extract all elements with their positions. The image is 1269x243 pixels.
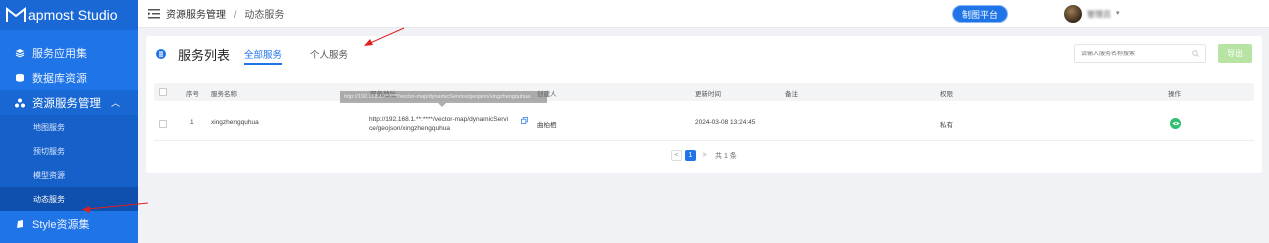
sidebar-subitem-tile-service[interactable]: 预切服务: [0, 139, 138, 163]
tab-all-services[interactable]: 全部服务: [244, 45, 283, 65]
row-index: 1: [190, 119, 194, 126]
breadcrumb-item[interactable]: 资源服务管理: [166, 10, 226, 21]
sidebar-subitem-map-service[interactable]: 地图服务: [0, 115, 138, 139]
layers-icon: [14, 47, 26, 59]
search-icon[interactable]: [1192, 50, 1199, 57]
column-header-index: 序号: [186, 91, 199, 98]
copy-icon[interactable]: [521, 117, 528, 124]
address-tooltip: http://192.168.1.**:****/vector-map/dyna…: [340, 91, 547, 103]
table-header: 序号 服务名称 服务地址 创建人 更新时间 备注 权限 操作: [154, 83, 1254, 101]
row-service-address-cont[interactable]: ce/geojson/xingzhengquhua: [369, 125, 450, 132]
column-header-actions: 操作: [1168, 91, 1181, 98]
sidebar-item-label: 服务应用集: [32, 47, 87, 60]
app-name: apmost Studio: [28, 7, 118, 23]
breadcrumb-current: 动态服务: [244, 10, 285, 21]
column-header-updated: 更新时间: [695, 91, 721, 98]
search-input[interactable]: [1081, 50, 1192, 57]
avatar[interactable]: [1064, 5, 1082, 23]
page-number-current[interactable]: 1: [685, 150, 696, 161]
search-box[interactable]: [1074, 44, 1206, 63]
row-updated-time: 2024-03-08 13:24:45: [695, 119, 756, 126]
row-service-name: xingzhengquhua: [211, 119, 259, 126]
tooltip-arrow: [438, 103, 446, 107]
tab-personal-services[interactable]: 个人服务: [310, 45, 348, 63]
export-button[interactable]: 导出: [1218, 44, 1252, 63]
select-all-checkbox[interactable]: [159, 88, 167, 96]
page-title: 服务列表: [178, 47, 231, 63]
sidebar-item-label: Style资源集: [32, 218, 90, 231]
sidebar-item-label: 资源服务管理: [32, 97, 101, 110]
sidebar-item-style[interactable]: Style资源集: [0, 211, 138, 236]
breadcrumb-separator: /: [233, 10, 237, 21]
column-header-permission: 权限: [940, 91, 953, 98]
chevron-down-icon[interactable]: ▾: [1116, 9, 1120, 17]
next-page-button[interactable]: >: [699, 150, 710, 161]
row-service-address[interactable]: http://192.168.1.**:****/vector-map/dyna…: [369, 116, 508, 123]
prev-page-button[interactable]: <: [671, 150, 682, 161]
sidebar-subitem-label: 预切服务: [33, 146, 65, 156]
menu-collapse-icon[interactable]: [148, 8, 160, 19]
style-icon: [14, 218, 26, 230]
breadcrumb: 资源服务管理 / 动态服务: [166, 6, 284, 21]
chevron-up-icon: ︿: [110, 98, 120, 108]
sidebar-subitem-label: 地图服务: [33, 122, 65, 132]
sidebar-item-label: 数据库资源: [32, 72, 87, 85]
app-logo[interactable]: apmost Studio: [0, 0, 138, 30]
database-icon: [14, 72, 26, 84]
pagination-total: 共 1 条: [715, 152, 737, 160]
sidebar-subitem-dynamic-service[interactable]: 动态服务: [0, 187, 138, 211]
sidebar: apmost Studio 服务应用集 数据库资源 资源服务管理 ︿ 地图服务 …: [0, 0, 138, 243]
eye-icon: [1171, 121, 1180, 126]
row-checkbox[interactable]: [159, 120, 167, 128]
sidebar-item-database[interactable]: 数据库资源: [0, 65, 138, 90]
user-name[interactable]: 管理员: [1087, 9, 1111, 20]
row-divider: [154, 140, 1254, 141]
pagination: < 1 > 共 1 条: [671, 150, 737, 161]
sidebar-subitem-label: 动态服务: [33, 194, 65, 204]
cluster-icon: [14, 97, 26, 109]
sidebar-item-resource-management[interactable]: 资源服务管理 ︿: [0, 90, 138, 115]
view-button[interactable]: [1170, 118, 1181, 129]
sidebar-item-service-apps[interactable]: 服务应用集: [0, 40, 138, 65]
row-permission: 私有: [940, 122, 953, 129]
sidebar-subitem-model-resource[interactable]: 模型资源: [0, 163, 138, 187]
database-icon: [156, 49, 166, 59]
mapping-platform-button[interactable]: 制图平台: [952, 5, 1008, 23]
logo-m-icon: [6, 7, 26, 22]
row-creator: 曲柏栖: [537, 122, 557, 129]
sidebar-subitem-label: 模型资源: [33, 170, 65, 180]
column-header-name: 服务名称: [211, 91, 237, 98]
column-header-note: 备注: [785, 91, 798, 98]
